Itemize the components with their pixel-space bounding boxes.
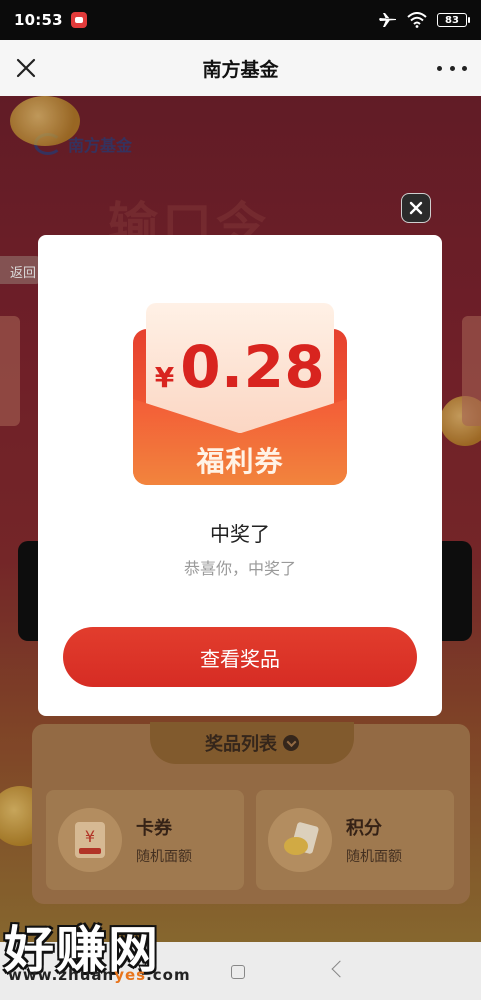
nav-bar: 南方基金: [0, 40, 481, 96]
red-envelope: ¥ 0.28 福利券: [133, 303, 347, 485]
coupon-label: 福利券: [196, 445, 284, 478]
status-icons: 83: [379, 12, 470, 28]
status-bar: 10:53 83: [0, 0, 481, 40]
prize-modal: ¥ 0.28 福利券 中奖了 恭喜你，中奖了 查看奖品: [38, 235, 442, 716]
close-icon[interactable]: [12, 54, 40, 82]
win-title: 中奖了: [210, 522, 270, 546]
view-prize-button[interactable]: 查看奖品: [63, 627, 417, 687]
home-icon[interactable]: [231, 965, 245, 979]
watermark-url: www.zhuanyes.com: [8, 966, 191, 984]
win-subtitle: 恭喜你，中奖了: [183, 559, 296, 578]
wifi-icon: [407, 12, 427, 28]
app-badge-icon: [70, 12, 87, 28]
page-title: 南方基金: [202, 58, 279, 81]
more-icon[interactable]: [437, 58, 467, 78]
close-icon: [409, 201, 423, 215]
back-icon[interactable]: [331, 960, 349, 978]
modal-close-button[interactable]: [401, 193, 431, 223]
status-time: 10:53: [14, 11, 63, 29]
battery-icon: 83: [437, 13, 470, 27]
prize-amount: ¥ 0.28: [133, 333, 347, 401]
amount-value: 0.28: [180, 333, 326, 401]
airplane-icon: [379, 13, 396, 27]
currency-symbol: ¥: [154, 361, 175, 394]
